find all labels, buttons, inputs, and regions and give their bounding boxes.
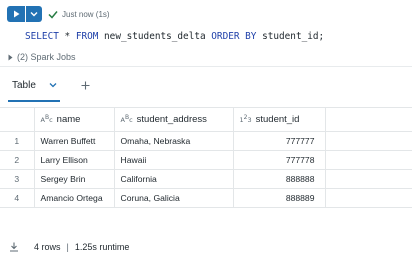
table-row[interactable]: 1 Warren Buffett Omaha, Nebraska 777777	[0, 131, 412, 151]
download-icon[interactable]	[9, 242, 19, 252]
add-tab-button[interactable]	[81, 76, 90, 94]
column-header-label: student_id	[255, 114, 300, 125]
cell-student-address[interactable]: Omaha, Nebraska	[113, 131, 234, 151]
run-status: Just now (1s)	[48, 10, 110, 19]
play-icon	[13, 10, 19, 18]
row-number: 3	[0, 169, 35, 189]
sql-keyword-select: SELECT	[25, 31, 59, 42]
results-table: ABc name ABc student_address 123 student_id…	[0, 107, 412, 208]
cell-name[interactable]: Warren Buffett	[33, 131, 115, 151]
cell-student-id[interactable]: 777777	[232, 131, 326, 151]
tab-table[interactable]: Table	[12, 76, 57, 94]
empty-header-cell	[324, 107, 412, 132]
sql-code-line[interactable]: SELECT * FROM new_students_delta ORDER B…	[25, 31, 324, 42]
string-type-icon: ABc	[120, 114, 133, 125]
cell-name[interactable]: Sergey Brin	[33, 169, 115, 189]
divider	[0, 66, 412, 67]
chevron-down-icon	[49, 83, 57, 88]
run-button-group	[7, 6, 42, 22]
runtime-text: 1.25s runtime	[74, 242, 130, 252]
spark-jobs-label: (2) Spark Jobs	[17, 52, 76, 62]
column-header-student-id[interactable]: 123 student_id	[232, 107, 326, 132]
cell-student-address[interactable]: Coruna, Galicia	[113, 188, 234, 208]
row-count: 4 rows	[34, 242, 61, 252]
sql-table-name: new_students_delta	[98, 31, 212, 42]
table-row[interactable]: 3 Sergey Brin California 888888	[0, 169, 412, 189]
tab-table-label: Table	[12, 79, 36, 91]
row-number-header	[0, 107, 35, 132]
column-header-student-address[interactable]: ABc student_address	[113, 107, 234, 132]
table-header-row: ABc name ABc student_address 123 student_id	[0, 107, 412, 132]
row-number: 2	[0, 150, 35, 170]
chevron-down-icon	[30, 12, 38, 17]
empty-cell	[324, 150, 412, 170]
result-footer: 4 rows | 1.25s runtime	[9, 242, 129, 252]
caret-right-icon	[8, 54, 13, 60]
sql-keyword-from: FROM	[75, 31, 99, 42]
cell-student-address[interactable]: California	[113, 169, 234, 189]
table-row[interactable]: 4 Amancio Ortega Coruna, Galicia 888889	[0, 188, 412, 208]
spark-jobs-toggle[interactable]: (2) Spark Jobs	[8, 52, 76, 62]
row-number: 1	[0, 131, 35, 151]
empty-cell	[324, 131, 412, 151]
sql-star: *	[58, 31, 76, 42]
column-header-name[interactable]: ABc name	[33, 107, 115, 132]
sql-tail: student_id;	[256, 31, 325, 42]
sql-keyword-order-by: ORDER BY	[211, 31, 257, 42]
active-tab-indicator	[8, 100, 60, 102]
cell-student-id[interactable]: 888889	[232, 188, 326, 208]
integer-type-icon: 123	[239, 114, 252, 125]
string-type-icon: ABc	[40, 114, 53, 125]
column-header-label: name	[56, 114, 81, 125]
cell-student-address[interactable]: Hawaii	[113, 150, 234, 170]
table-row[interactable]: 2 Larry Ellison Hawaii 777778	[0, 150, 412, 170]
run-cell-button[interactable]	[7, 6, 25, 22]
check-icon	[48, 10, 58, 19]
run-status-text: Just now (1s)	[62, 9, 110, 19]
column-header-label: student_address	[136, 114, 207, 125]
tab-table-dropdown[interactable]	[49, 82, 57, 88]
cell-name[interactable]: Amancio Ortega	[33, 188, 115, 208]
cell-student-id[interactable]: 888888	[232, 169, 326, 189]
plus-icon	[81, 81, 90, 89]
row-number: 4	[0, 188, 35, 208]
footer-separator: |	[66, 242, 69, 252]
cell-student-id[interactable]: 777778	[232, 150, 326, 170]
cell-toolbar: Just now (1s)	[7, 6, 110, 22]
cell-name[interactable]: Larry Ellison	[33, 150, 115, 170]
empty-cell	[324, 169, 412, 189]
empty-cell	[324, 188, 412, 208]
result-tabs: Table	[0, 76, 90, 102]
run-options-button[interactable]	[26, 6, 42, 22]
